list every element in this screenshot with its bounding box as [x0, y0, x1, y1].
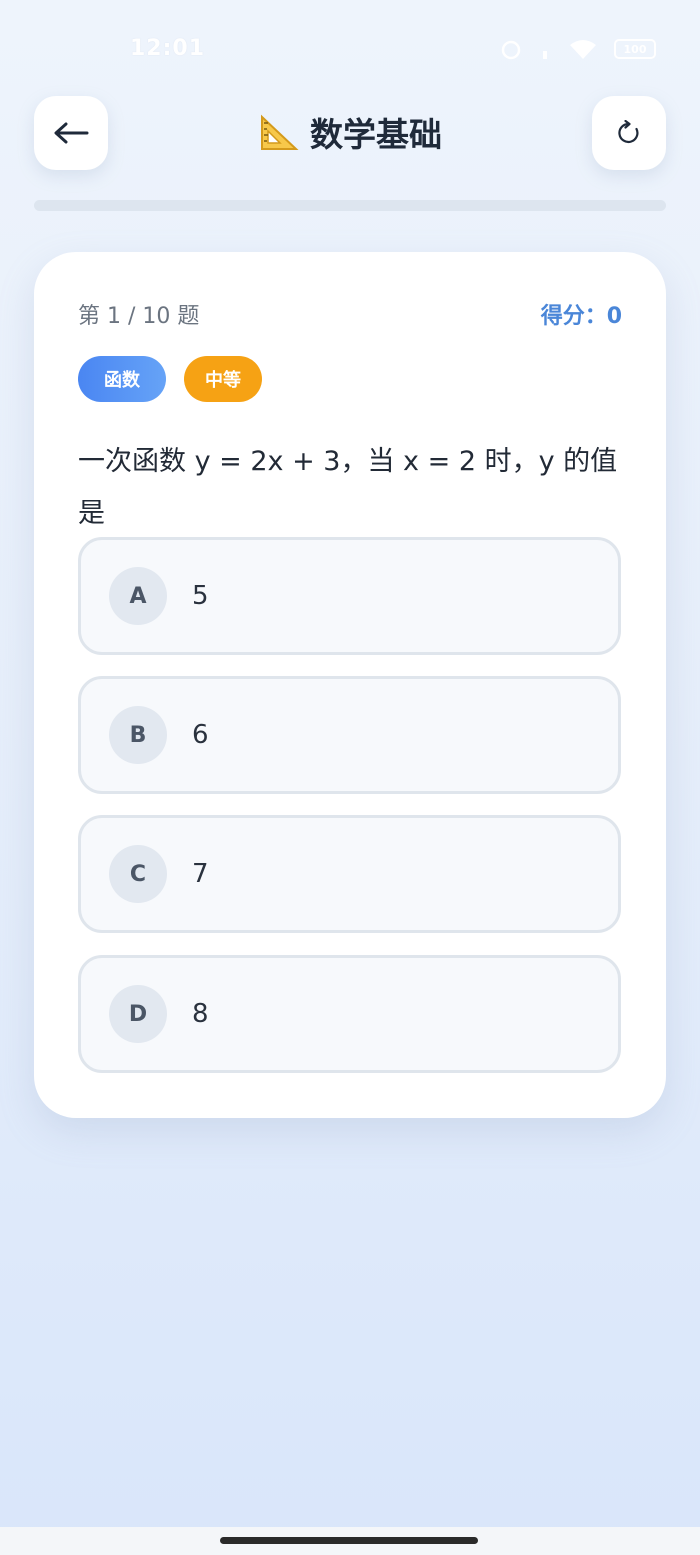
page-title-text: 数学基础	[310, 115, 442, 154]
topic-tag: 函数	[78, 356, 166, 402]
option-letter: B	[109, 706, 167, 764]
wifi-icon	[570, 40, 596, 59]
battery-level: 100	[623, 42, 647, 56]
battery-icon: 100	[614, 39, 656, 59]
option-text: 8	[192, 999, 209, 1029]
question-card: 第 1 / 10 题 得分：0 函数 中等 一次函数 y = 2x + 3，当 …	[34, 252, 666, 1118]
status-icons: 100	[498, 36, 656, 62]
option-text: 6	[192, 720, 209, 750]
refresh-button[interactable]	[592, 96, 666, 170]
signal-icon	[543, 51, 547, 59]
progress-bar	[34, 200, 666, 211]
score-label: 得分：0	[540, 304, 622, 329]
option-text: 5	[192, 581, 209, 611]
option-text: 7	[192, 859, 209, 889]
status-time: 12:01	[130, 36, 206, 61]
question-text: 一次函数 y = 2x + 3，当 x = 2 时，y 的值是	[78, 446, 618, 529]
alarm-icon	[501, 40, 521, 60]
option-a[interactable]: A 5	[78, 537, 621, 655]
option-b[interactable]: B 6	[78, 676, 621, 794]
option-letter: A	[109, 567, 167, 625]
difficulty-tag: 中等	[184, 356, 262, 402]
question-counter: 第 1 / 10 题	[78, 304, 200, 329]
refresh-icon	[618, 120, 639, 144]
option-d[interactable]: D 8	[78, 955, 621, 1073]
home-indicator[interactable]	[220, 1537, 478, 1544]
option-c[interactable]: C 7	[78, 815, 621, 933]
triangular-ruler-icon	[261, 114, 299, 150]
option-letter: C	[109, 845, 167, 903]
status-bar: 12:01 100	[0, 0, 700, 96]
option-letter: D	[109, 985, 167, 1043]
